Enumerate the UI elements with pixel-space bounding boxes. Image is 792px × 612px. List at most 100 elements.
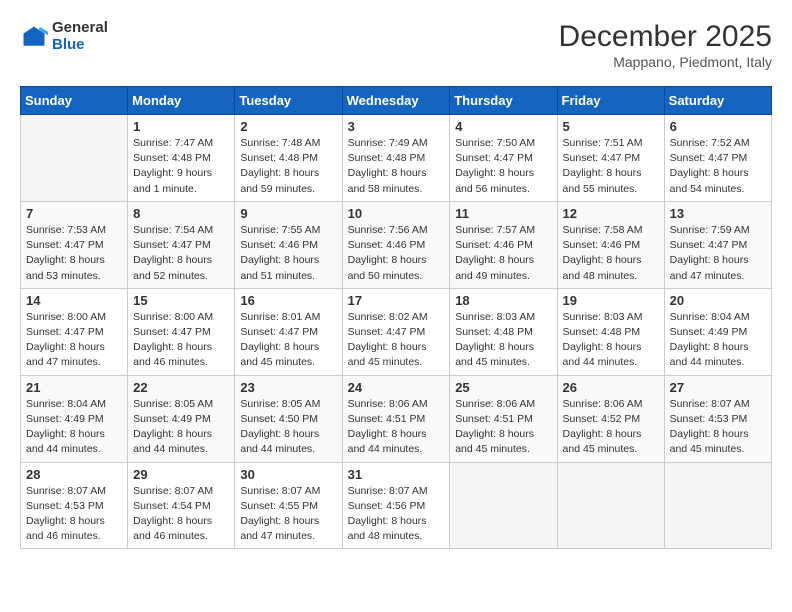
day-number: 15 [133,293,229,308]
calendar-cell: 7 Sunrise: 7:53 AMSunset: 4:47 PMDaylight… [21,201,128,288]
day-number: 1 [133,119,229,134]
day-info: Sunrise: 8:01 AMSunset: 4:47 PMDaylight:… [240,310,336,371]
day-header-monday: Monday [128,87,235,115]
calendar-cell: 17Sunrise: 8:02 AMSunset: 4:47 PMDayligh… [342,288,450,375]
calendar-cell: 13Sunrise: 7:59 AMSunset: 4:47 PMDayligh… [664,201,771,288]
day-info: Sunrise: 8:00 AMSunset: 4:47 PMDaylight:… [133,310,229,371]
day-info: Sunrise: 7:51 AMSunset: 4:47 PMDaylight:… [563,136,659,197]
day-number: 29 [133,467,229,482]
calendar-week-3: 14 Sunrise: 8:00 AMSunset: 4:47 PMDayligh… [21,288,772,375]
logo-blue: Blue [52,37,108,54]
day-number: 8 [133,206,229,221]
day-number: 26 [563,380,659,395]
day-number: 9 [240,206,336,221]
calendar-week-1: 1Sunrise: 7:47 AMSunset: 4:48 PMDaylight… [21,115,772,202]
calendar-cell: 20Sunrise: 8:04 AMSunset: 4:49 PMDayligh… [664,288,771,375]
calendar-cell: 21 Sunrise: 8:04 AMSunset: 4:49 PMDayligh… [21,375,128,462]
day-info: Sunrise: 7:53 AMSunset: 4:47 PMDaylight:… [26,223,122,284]
calendar-cell: 15 Sunrise: 8:00 AMSunset: 4:47 PMDayligh… [128,288,235,375]
calendar-cell: 1Sunrise: 7:47 AMSunset: 4:48 PMDaylight… [128,115,235,202]
day-info: Sunrise: 7:52 AMSunset: 4:47 PMDaylight:… [670,136,766,197]
day-number: 31 [348,467,445,482]
day-info: Sunrise: 7:57 AMSunset: 4:46 PMDaylight:… [455,223,551,284]
calendar-week-4: 21 Sunrise: 8:04 AMSunset: 4:49 PMDayligh… [21,375,772,462]
day-header-saturday: Saturday [664,87,771,115]
month-title: December 2025 [559,20,772,54]
day-header-tuesday: Tuesday [235,87,342,115]
calendar-cell: 29 Sunrise: 8:07 AMSunset: 4:54 PMDayligh… [128,462,235,549]
location: Mappano, Piedmont, Italy [559,54,772,70]
logo-icon [20,23,48,51]
calendar-cell: 25 Sunrise: 8:06 AMSunset: 4:51 PMDayligh… [450,375,557,462]
day-info: Sunrise: 7:48 AMSunset: 4:48 PMDaylight:… [240,136,336,197]
day-info: Sunrise: 8:07 AMSunset: 4:54 PMDaylight:… [133,484,229,545]
calendar-cell: 6 Sunrise: 7:52 AMSunset: 4:47 PMDaylight… [664,115,771,202]
day-info: Sunrise: 8:00 AMSunset: 4:47 PMDaylight:… [26,310,122,371]
day-number: 20 [670,293,766,308]
day-number: 21 [26,380,122,395]
day-number: 19 [563,293,659,308]
calendar-cell: 30Sunrise: 8:07 AMSunset: 4:55 PMDayligh… [235,462,342,549]
calendar-cell [664,462,771,549]
day-info: Sunrise: 8:06 AMSunset: 4:51 PMDaylight:… [455,397,551,458]
logo-text: General Blue [52,20,108,53]
day-info: Sunrise: 8:07 AMSunset: 4:53 PMDaylight:… [26,484,122,545]
day-info: Sunrise: 7:56 AMSunset: 4:46 PMDaylight:… [348,223,445,284]
day-number: 24 [348,380,445,395]
day-info: Sunrise: 7:54 AMSunset: 4:47 PMDaylight:… [133,223,229,284]
day-number: 17 [348,293,445,308]
day-number: 25 [455,380,551,395]
calendar-cell: 11 Sunrise: 7:57 AMSunset: 4:46 PMDayligh… [450,201,557,288]
calendar-cell: 12Sunrise: 7:58 AMSunset: 4:46 PMDayligh… [557,201,664,288]
calendar-cell: 24 Sunrise: 8:06 AMSunset: 4:51 PMDayligh… [342,375,450,462]
calendar-table: SundayMondayTuesdayWednesdayThursdayFrid… [20,86,772,549]
calendar-header: SundayMondayTuesdayWednesdayThursdayFrid… [21,87,772,115]
calendar-cell: 2 Sunrise: 7:48 AMSunset: 4:48 PMDaylight… [235,115,342,202]
day-number: 2 [240,119,336,134]
day-number: 28 [26,467,122,482]
day-number: 14 [26,293,122,308]
day-number: 3 [348,119,445,134]
day-number: 16 [240,293,336,308]
day-info: Sunrise: 7:59 AMSunset: 4:47 PMDaylight:… [670,223,766,284]
calendar-cell: 31 Sunrise: 8:07 AMSunset: 4:56 PMDayligh… [342,462,450,549]
day-number: 10 [348,206,445,221]
calendar-cell: 19Sunrise: 8:03 AMSunset: 4:48 PMDayligh… [557,288,664,375]
title-block: December 2025 Mappano, Piedmont, Italy [559,20,772,70]
day-info: Sunrise: 8:03 AMSunset: 4:48 PMDaylight:… [455,310,551,371]
calendar-week-5: 28 Sunrise: 8:07 AMSunset: 4:53 PMDayligh… [21,462,772,549]
day-info: Sunrise: 7:49 AMSunset: 4:48 PMDaylight:… [348,136,445,197]
calendar-cell: 9 Sunrise: 7:55 AMSunset: 4:46 PMDaylight… [235,201,342,288]
calendar-cell [450,462,557,549]
calendar-cell: 22Sunrise: 8:05 AMSunset: 4:49 PMDayligh… [128,375,235,462]
calendar-cell: 28 Sunrise: 8:07 AMSunset: 4:53 PMDayligh… [21,462,128,549]
calendar-cell: 27Sunrise: 8:07 AMSunset: 4:53 PMDayligh… [664,375,771,462]
day-number: 11 [455,206,551,221]
calendar-cell [557,462,664,549]
day-info: Sunrise: 8:07 AMSunset: 4:55 PMDaylight:… [240,484,336,545]
calendar-cell: 18Sunrise: 8:03 AMSunset: 4:48 PMDayligh… [450,288,557,375]
calendar-cell: 8 Sunrise: 7:54 AMSunset: 4:47 PMDaylight… [128,201,235,288]
day-info: Sunrise: 8:05 AMSunset: 4:49 PMDaylight:… [133,397,229,458]
calendar-cell: 5 Sunrise: 7:51 AMSunset: 4:47 PMDaylight… [557,115,664,202]
day-info: Sunrise: 8:05 AMSunset: 4:50 PMDaylight:… [240,397,336,458]
day-number: 4 [455,119,551,134]
day-info: Sunrise: 8:06 AMSunset: 4:51 PMDaylight:… [348,397,445,458]
day-info: Sunrise: 8:07 AMSunset: 4:56 PMDaylight:… [348,484,445,545]
day-info: Sunrise: 8:07 AMSunset: 4:53 PMDaylight:… [670,397,766,458]
logo-general: General [52,20,108,37]
calendar-cell: 16 Sunrise: 8:01 AMSunset: 4:47 PMDayligh… [235,288,342,375]
calendar-cell: 14 Sunrise: 8:00 AMSunset: 4:47 PMDayligh… [21,288,128,375]
calendar-cell: 26Sunrise: 8:06 AMSunset: 4:52 PMDayligh… [557,375,664,462]
page-header: General Blue December 2025 Mappano, Pied… [20,20,772,70]
calendar-body: 1Sunrise: 7:47 AMSunset: 4:48 PMDaylight… [21,115,772,549]
day-header-wednesday: Wednesday [342,87,450,115]
day-header-thursday: Thursday [450,87,557,115]
day-info: Sunrise: 8:04 AMSunset: 4:49 PMDaylight:… [26,397,122,458]
day-number: 6 [670,119,766,134]
calendar-week-2: 7 Sunrise: 7:53 AMSunset: 4:47 PMDaylight… [21,201,772,288]
day-number: 5 [563,119,659,134]
calendar-cell: 4Sunrise: 7:50 AMSunset: 4:47 PMDaylight… [450,115,557,202]
day-info: Sunrise: 7:55 AMSunset: 4:46 PMDaylight:… [240,223,336,284]
day-number: 7 [26,206,122,221]
